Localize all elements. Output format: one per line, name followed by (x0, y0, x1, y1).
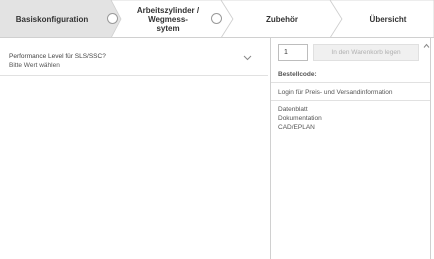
divider (271, 100, 430, 101)
order-panel: 1 In den Warenkorb legen Bestellcode: Lo… (270, 38, 431, 259)
divider (271, 82, 430, 83)
step-indicator-1 (107, 13, 118, 24)
chevron-down-icon (243, 55, 252, 61)
login-link[interactable]: Login für Preis- und Versandinformation (278, 89, 393, 96)
performance-level-value: Bitte Wert wählen (9, 62, 60, 69)
step-label-arbeitszylinder: Arbeitszylinder / Wegmess- sytem (136, 5, 200, 33)
step-label-basiskonfiguration: Basiskonfiguration (15, 14, 89, 24)
datenblatt-link[interactable]: Datenblatt (278, 106, 308, 113)
cad-eplan-link[interactable]: CAD/EPLAN (278, 124, 315, 131)
step-label-uebersicht: Übersicht (369, 14, 407, 24)
order-code-label: Bestellcode: (278, 71, 317, 78)
configuration-stepper: Basiskonfiguration Arbeitszylinder / Weg… (0, 0, 434, 38)
add-to-cart-button[interactable]: In den Warenkorb legen (313, 44, 419, 61)
step-label-zubehoer: Zubehör (266, 14, 298, 24)
step-indicator-2 (211, 13, 222, 24)
performance-level-label: Performance Level für SLS/SSC? (9, 53, 106, 60)
performance-level-select[interactable]: Performance Level für SLS/SSC? Bitte Wer… (0, 44, 268, 76)
quantity-input[interactable]: 1 (278, 44, 308, 61)
dokumentation-link[interactable]: Dokumentation (278, 115, 322, 122)
chevron-up-icon[interactable] (423, 43, 430, 49)
